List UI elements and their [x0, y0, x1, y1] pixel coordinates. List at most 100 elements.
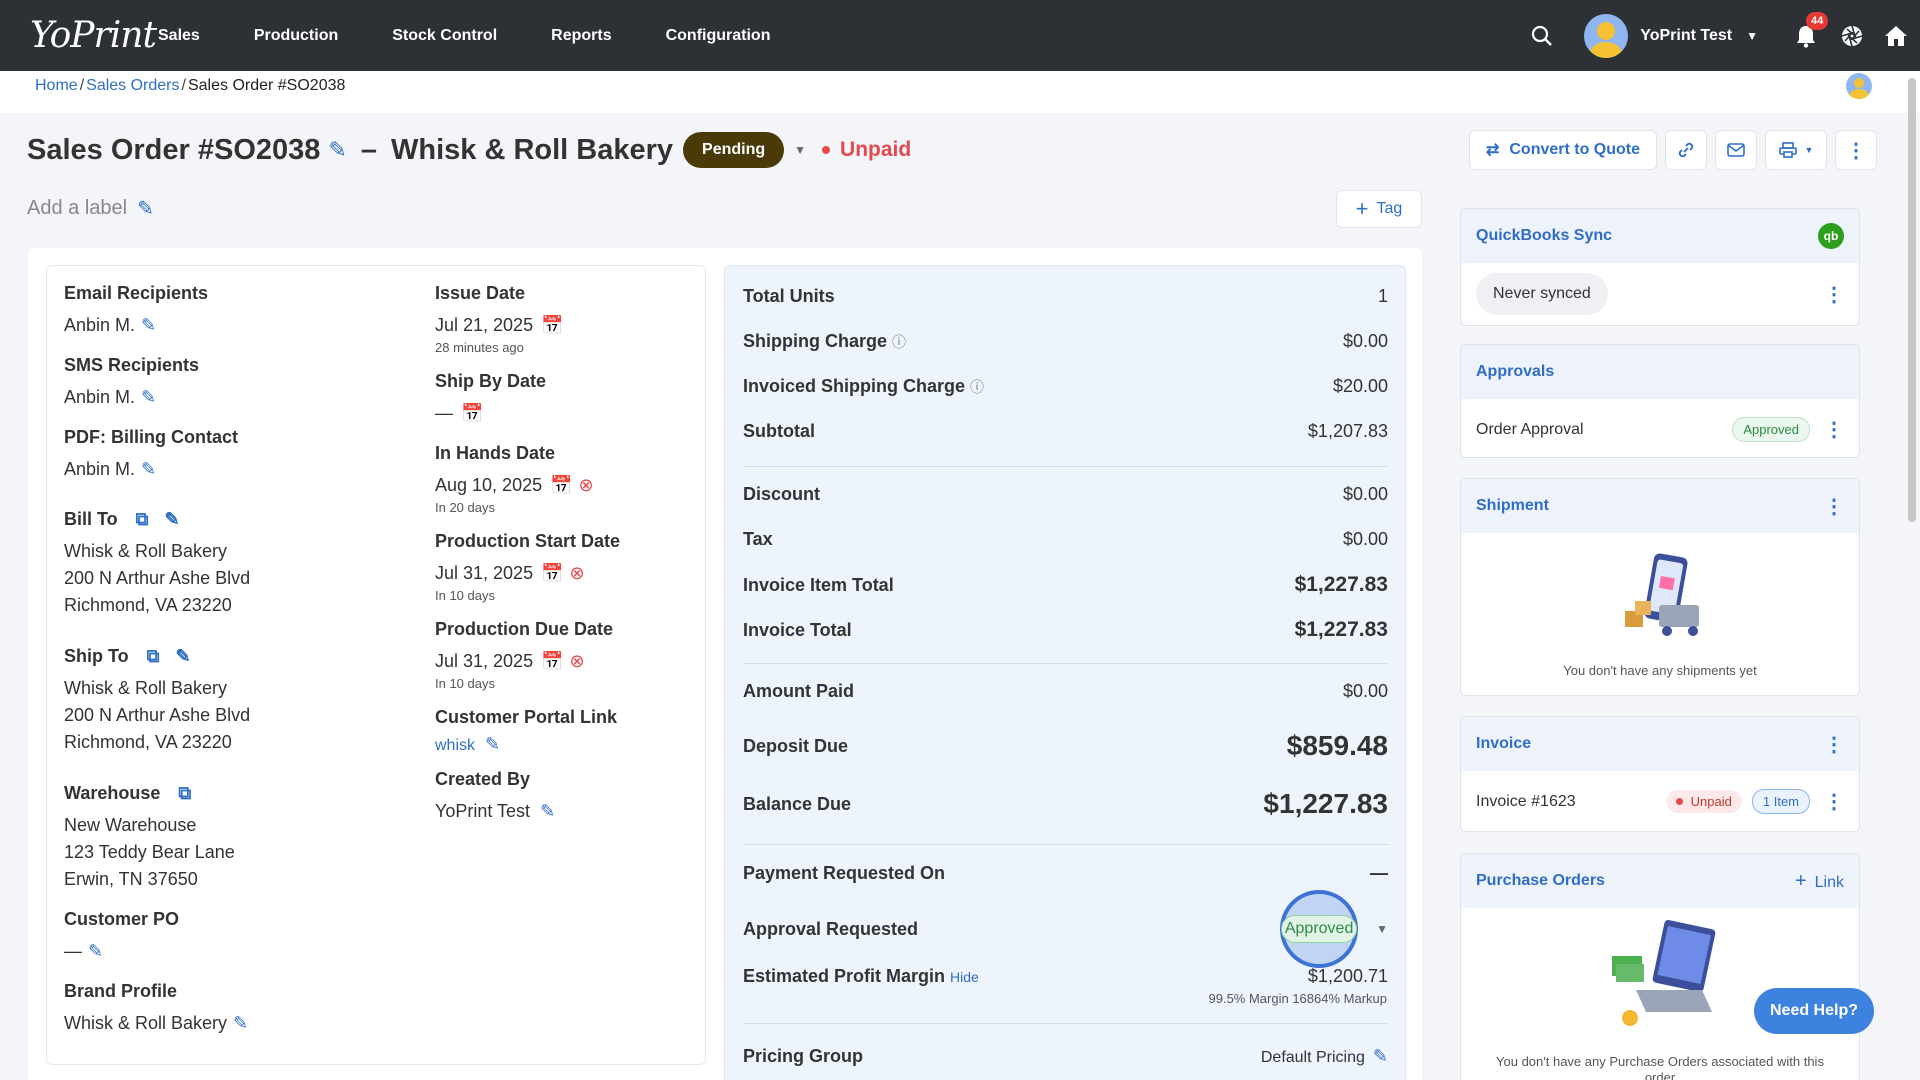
user-name: YoPrint Test: [1640, 26, 1733, 44]
chevron-down-icon[interactable]: ▼: [1376, 922, 1388, 936]
clear-date-icon[interactable]: ⊗: [570, 651, 585, 671]
edit-icon[interactable]: ✎: [141, 459, 156, 479]
calendar-icon[interactable]: 📅: [541, 651, 563, 671]
more-options-icon[interactable]: ⋮: [1824, 789, 1844, 814]
more-options-icon[interactable]: ⋮: [1824, 494, 1844, 519]
production-start-value[interactable]: Jul 31, 2025 📅 ⊗: [435, 563, 585, 584]
warehouse-line-1: New Warehouse: [64, 815, 197, 835]
copy-icon[interactable]: ⧉: [136, 509, 149, 530]
approval-status-select[interactable]: Approved: [1280, 890, 1359, 968]
calendar-icon[interactable]: 📅: [550, 475, 572, 495]
breadcrumb-sales-orders[interactable]: Sales Orders: [86, 77, 179, 94]
customer-portal-value[interactable]: whisk ✎: [435, 734, 500, 755]
invoice-link[interactable]: Invoice #1623: [1476, 793, 1576, 811]
edit-icon[interactable]: ✎: [88, 941, 103, 961]
edit-icon[interactable]: ✎: [233, 1013, 248, 1033]
add-label[interactable]: Add a label ✎: [27, 196, 154, 221]
aperture-icon[interactable]: [1840, 24, 1864, 48]
in-hands-date-value[interactable]: Aug 10, 2025 📅 ⊗: [435, 475, 594, 496]
customer-po-value[interactable]: — ✎: [64, 941, 103, 962]
shipping-charge-row: Shipping Charge ⓘ $0.00: [743, 331, 1388, 351]
logo[interactable]: YoPrint: [30, 15, 157, 56]
divider: [743, 466, 1388, 467]
amount-paid-row: Amount Paid $0.00: [743, 681, 1388, 701]
clear-date-icon[interactable]: ⊗: [579, 475, 594, 495]
edit-icon[interactable]: ✎: [1373, 1046, 1388, 1066]
hide-margin-link[interactable]: Hide: [950, 969, 979, 985]
invoice-title: Invoice: [1476, 735, 1532, 752]
link-po-button[interactable]: + Link: [1795, 870, 1844, 893]
more-options-icon[interactable]: ⋮: [1824, 282, 1844, 307]
in-hands-date-relative: In 20 days: [435, 500, 495, 515]
brand-profile-value[interactable]: Whisk & Roll Bakery ✎: [64, 1013, 248, 1034]
customer-name[interactable]: Whisk & Roll Bakery: [391, 134, 673, 167]
shipment-title: Shipment: [1476, 497, 1549, 514]
pdf-billing-value[interactable]: Anbin M. ✎: [64, 459, 156, 480]
edit-icon[interactable]: ✎: [540, 801, 555, 821]
printer-icon: [1778, 142, 1797, 158]
invoice-items-badge: 1 Item: [1751, 789, 1810, 814]
sms-recipients-value[interactable]: Anbin M. ✎: [64, 387, 156, 408]
calendar-icon[interactable]: 📅: [461, 403, 483, 423]
bill-to-line-1: Whisk & Roll Bakery: [64, 541, 228, 561]
issue-date-value[interactable]: Jul 21, 2025 📅: [435, 315, 564, 336]
edit-icon[interactable]: ✎: [141, 387, 156, 407]
menu-stock-control[interactable]: Stock Control: [392, 27, 497, 45]
approval-status-badge: Approved: [1280, 915, 1358, 943]
clear-date-icon[interactable]: ⊗: [570, 563, 585, 583]
menu-sales[interactable]: Sales: [158, 27, 200, 45]
copy-icon[interactable]: ⧉: [178, 783, 191, 804]
link-button[interactable]: [1665, 130, 1707, 170]
edit-icon[interactable]: ✎: [176, 646, 191, 667]
page-title: Sales Order #SO2038: [27, 133, 321, 166]
need-help-button[interactable]: Need Help?: [1754, 988, 1874, 1034]
email-button[interactable]: [1715, 130, 1757, 170]
edit-icon[interactable]: ✎: [165, 509, 180, 530]
bill-to-line-3: Richmond, VA 23220: [64, 595, 232, 615]
payment-status-text: Unpaid: [840, 138, 912, 161]
production-due-value[interactable]: Jul 31, 2025 📅 ⊗: [435, 651, 585, 672]
info-icon[interactable]: ⓘ: [892, 334, 906, 350]
more-options-icon[interactable]: ⋮: [1824, 417, 1844, 442]
shipment-card: Shipment ⋮ You don't have any shipments …: [1460, 478, 1860, 696]
more-options-icon[interactable]: ⋮: [1824, 732, 1844, 757]
edit-icon[interactable]: ✎: [328, 137, 346, 163]
convert-to-quote-button[interactable]: ⇄ Convert to Quote: [1469, 130, 1657, 170]
approval-item-name: Order Approval: [1476, 420, 1584, 438]
status-badge[interactable]: Pending: [683, 132, 785, 168]
add-tag-button[interactable]: + Tag: [1336, 190, 1422, 228]
menu-reports[interactable]: Reports: [551, 27, 611, 45]
quickbooks-icon: qb: [1818, 223, 1844, 249]
print-button[interactable]: ▼: [1765, 130, 1827, 170]
calendar-icon[interactable]: 📅: [541, 563, 563, 583]
copy-icon[interactable]: ⧉: [147, 646, 160, 667]
plus-icon: +: [1355, 196, 1369, 221]
approval-requested-row: Approval Requested Approved ▼: [743, 890, 1388, 968]
menu-configuration[interactable]: Configuration: [666, 27, 771, 45]
production-start-label: Production Start Date: [435, 531, 621, 551]
scrollbar[interactable]: [1908, 78, 1916, 522]
bell-icon[interactable]: 44: [1794, 11, 1829, 48]
info-icon[interactable]: ⓘ: [970, 379, 984, 395]
pdf-billing-label: PDF: Billing Contact: [64, 427, 238, 447]
edit-icon[interactable]: ✎: [141, 315, 156, 335]
menu-production[interactable]: Production: [254, 27, 338, 45]
calendar-icon[interactable]: 📅: [541, 315, 563, 335]
status-dropdown-icon[interactable]: ▼: [794, 143, 806, 157]
user-menu[interactable]: YoPrint Test ▼: [1584, 13, 1758, 58]
production-start-relative: In 10 days: [435, 588, 495, 603]
breadcrumb-home[interactable]: Home: [35, 77, 78, 94]
avatar[interactable]: [1846, 73, 1872, 99]
home-icon[interactable]: [1884, 24, 1908, 48]
edit-icon[interactable]: ✎: [485, 734, 500, 754]
created-by-value[interactable]: YoPrint Test ✎: [435, 801, 555, 822]
ship-by-date-value[interactable]: — 📅: [435, 403, 483, 424]
plus-icon: +: [1794, 869, 1807, 892]
total-units-row: Total Units 1: [743, 286, 1388, 306]
add-label-text: Add a label: [27, 197, 128, 219]
approvals-card: Approvals Order Approval Approved ⋮: [1460, 344, 1860, 458]
more-options-button[interactable]: ⋮: [1835, 130, 1877, 170]
email-recipients-value[interactable]: Anbin M. ✎: [64, 315, 156, 336]
issue-date-label: Issue Date: [435, 283, 526, 303]
search-icon[interactable]: [1530, 24, 1554, 48]
